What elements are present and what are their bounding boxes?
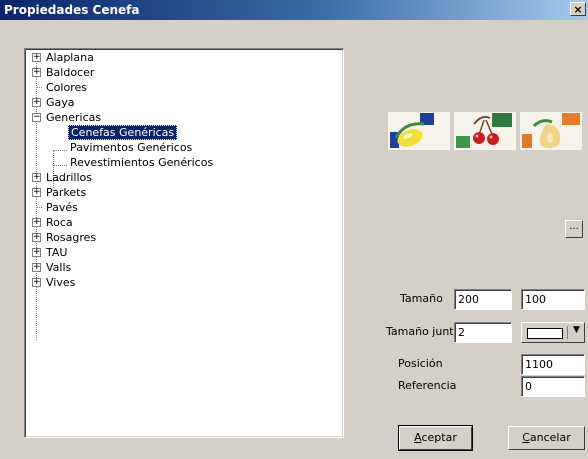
browse-button[interactable]: ...: [565, 220, 583, 238]
tree-branch-h2: [53, 165, 67, 166]
expand-icon[interactable]: +: [32, 263, 41, 272]
junta-label: Tamaño junta: [386, 325, 461, 338]
referencia-input[interactable]: [521, 376, 585, 397]
expand-icon[interactable]: +: [32, 218, 41, 227]
posicion-label: Posición: [398, 357, 443, 370]
tree-leaf-line: [36, 87, 42, 88]
cancel-mnemonic: C: [522, 431, 530, 444]
window-title: Propiedades Cenefa: [4, 3, 140, 17]
tree-item-label[interactable]: Roca: [44, 215, 75, 230]
posicion-input[interactable]: [521, 354, 585, 375]
tree-item-label[interactable]: Parkets: [44, 185, 88, 200]
expand-icon[interactable]: +: [32, 248, 41, 257]
expand-icon[interactable]: +: [32, 278, 41, 287]
tree-item-label[interactable]: Vives: [44, 275, 77, 290]
tree-item-label[interactable]: Cenefas Genéricas: [68, 125, 178, 140]
accept-label: ceptar: [421, 431, 457, 444]
tree-branch-h1: [53, 150, 67, 151]
tree-item-label[interactable]: Valls: [44, 260, 73, 275]
tree-item-label[interactable]: TAU: [44, 245, 69, 260]
junta-size-input[interactable]: [454, 322, 512, 343]
expand-icon[interactable]: +: [32, 98, 41, 107]
referencia-label: Referencia: [398, 379, 457, 392]
expand-icon[interactable]: +: [32, 233, 41, 242]
expand-icon[interactable]: +: [32, 173, 41, 182]
tree-item-label[interactable]: Genericas: [44, 110, 103, 125]
tree-item-label[interactable]: Gaya: [44, 95, 77, 110]
title-bar: Propiedades Cenefa ×: [0, 0, 588, 20]
tile-lemon: [388, 112, 450, 150]
cancel-label: ancelar: [529, 431, 571, 444]
collapse-icon[interactable]: −: [32, 113, 41, 122]
tamano-width-input[interactable]: [454, 289, 512, 310]
tamano-label: Tamaño: [400, 292, 443, 305]
tree-item-label[interactable]: Alaplana: [44, 50, 96, 65]
expand-icon[interactable]: +: [32, 68, 41, 77]
tree-item-label[interactable]: Ladrillos: [44, 170, 94, 185]
cancel-button[interactable]: Cancelar: [508, 426, 585, 450]
junta-color-picker[interactable]: ▼: [521, 322, 585, 343]
expand-icon[interactable]: +: [32, 188, 41, 197]
tile-cherries: [454, 112, 516, 150]
accept-button[interactable]: Aceptar: [398, 425, 473, 451]
tree-item-label[interactable]: Rosagres: [44, 230, 98, 245]
tamano-height-input[interactable]: [521, 289, 585, 310]
tree-item-label[interactable]: Pavés: [44, 200, 80, 215]
tile-pear: [520, 112, 582, 150]
category-tree[interactable]: + Alaplana + Baldocer Colores + Gaya − G…: [24, 48, 344, 438]
cenefa-preview-image: [386, 108, 586, 154]
tree-leaf-line: [36, 207, 42, 208]
tree-item-label[interactable]: Revestimientos Genéricos: [68, 155, 215, 170]
tree-item-label[interactable]: Baldocer: [44, 65, 96, 80]
tree-item-label[interactable]: Pavimentos Genéricos: [68, 140, 194, 155]
expand-icon[interactable]: +: [32, 53, 41, 62]
chevron-down-icon[interactable]: ▼: [573, 325, 580, 335]
close-button[interactable]: ×: [570, 2, 586, 16]
tree-item-label[interactable]: Colores: [44, 80, 89, 95]
picker-separator: [567, 326, 568, 339]
color-swatch: [527, 328, 563, 339]
